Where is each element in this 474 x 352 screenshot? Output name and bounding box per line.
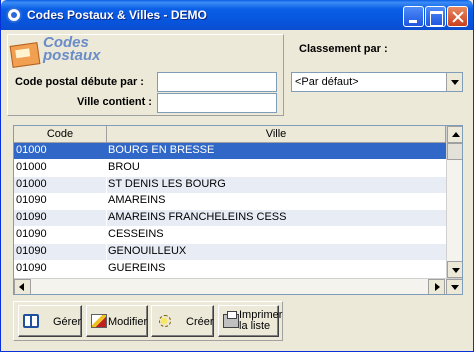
column-separator	[106, 193, 107, 210]
column-separator	[106, 143, 107, 159]
table-row[interactable]: 01090 AMAREINS FRANCHELEINS CESS	[14, 210, 446, 227]
scroll-down-end-icon[interactable]	[446, 279, 462, 294]
ville-input[interactable]	[157, 93, 277, 113]
new-item-icon	[156, 314, 172, 328]
cell-code: 01090	[16, 211, 47, 224]
modifier-button-label: Modifier	[108, 316, 148, 328]
scroll-down-icon[interactable]	[447, 261, 462, 278]
chevron-down-icon[interactable]	[446, 73, 462, 91]
codes-postaux-logo: Codes postaux	[9, 35, 129, 70]
column-separator	[106, 227, 107, 243]
cell-ville: GUEREINS	[108, 261, 166, 274]
code-postal-label: Code postal débute par :	[15, 76, 144, 88]
modifier-button[interactable]: Modifier	[86, 305, 148, 337]
scroll-left-icon[interactable]	[14, 279, 31, 294]
imprimer-button[interactable]: Imprimer la liste	[218, 305, 282, 337]
table-row[interactable]: 01000 BOURG EN BRESSE	[14, 143, 446, 159]
vertical-scrollbar[interactable]	[446, 126, 462, 278]
book-icon	[23, 314, 39, 328]
cell-ville: AMAREINS FRANCHELEINS CESS	[108, 211, 287, 224]
scroll-up-icon[interactable]	[447, 126, 462, 143]
creer-button[interactable]: Créer	[151, 305, 214, 337]
title-bar[interactable]: Codes Postaux & Villes - DEMO	[1, 0, 473, 30]
app-window: Codes Postaux & Villes - DEMO Codes post…	[0, 0, 474, 352]
column-separator	[106, 260, 107, 277]
minimize-button[interactable]	[403, 6, 424, 27]
table-row[interactable]: 01000 BROU	[14, 159, 446, 176]
cell-code: 01000	[16, 177, 47, 190]
column-header-code[interactable]: Code	[14, 126, 107, 143]
imprimer-button-label: Imprimer la liste	[239, 310, 282, 332]
imprimer-label-line2: la liste	[239, 320, 271, 332]
code-postal-input[interactable]	[157, 72, 277, 92]
cell-code: 01090	[16, 261, 47, 274]
column-separator	[106, 243, 107, 260]
cell-ville: BROU	[108, 160, 140, 173]
gerer-button[interactable]: Gérer	[18, 305, 82, 337]
table-row[interactable]: 01000 ST DENIS LES BOURG	[14, 176, 446, 193]
printer-icon	[223, 311, 239, 328]
window-title: Codes Postaux & Villes - DEMO	[27, 8, 207, 22]
sort-label: Classement par :	[299, 43, 388, 55]
creer-button-label: Créer	[186, 316, 214, 328]
scroll-thumb[interactable]	[447, 143, 462, 160]
sort-select[interactable]: <Par défaut>	[291, 72, 463, 92]
column-header-ville[interactable]: Ville	[107, 126, 446, 143]
cell-code: 01000	[16, 144, 47, 156]
cell-code: 01000	[16, 160, 47, 173]
cell-code: 01090	[16, 244, 47, 257]
cell-ville: BOURG EN BRESSE	[108, 144, 215, 156]
column-separator	[106, 210, 107, 227]
cell-code: 01090	[16, 194, 47, 207]
close-button[interactable]	[447, 6, 468, 27]
column-separator	[106, 159, 107, 176]
app-icon[interactable]	[6, 7, 22, 23]
pencil-icon	[91, 314, 107, 328]
table-header: Code Ville	[14, 126, 446, 143]
cell-code: 01090	[16, 228, 47, 240]
results-table: Code Ville 01000 BOURG EN BRESSE 01000 BROU…	[13, 125, 463, 295]
horizontal-scrollbar[interactable]	[14, 278, 462, 294]
ville-label: Ville contient :	[77, 96, 152, 108]
cell-ville: CESSEINS	[108, 228, 164, 240]
cell-ville: GENOUILLEUX	[108, 244, 187, 257]
column-separator	[106, 176, 107, 193]
sort-select-value: <Par défaut>	[295, 76, 359, 88]
envelope-icon	[9, 42, 41, 68]
scroll-right-icon[interactable]	[428, 279, 445, 294]
logo-text-line2: postaux	[43, 47, 101, 64]
logo-text: Codes postaux	[43, 35, 101, 64]
table-row[interactable]: 01090 AMAREINS	[14, 193, 446, 210]
gerer-button-label: Gérer	[53, 316, 82, 328]
cell-ville: AMAREINS	[108, 194, 166, 207]
table-row[interactable]: 01090 GENOUILLEUX	[14, 243, 446, 260]
cell-ville: ST DENIS LES BOURG	[108, 177, 226, 190]
table-row[interactable]: 01090 GUEREINS	[14, 260, 446, 277]
table-row[interactable]: 01090 CESSEINS	[14, 227, 446, 243]
maximize-button[interactable]	[425, 6, 446, 27]
